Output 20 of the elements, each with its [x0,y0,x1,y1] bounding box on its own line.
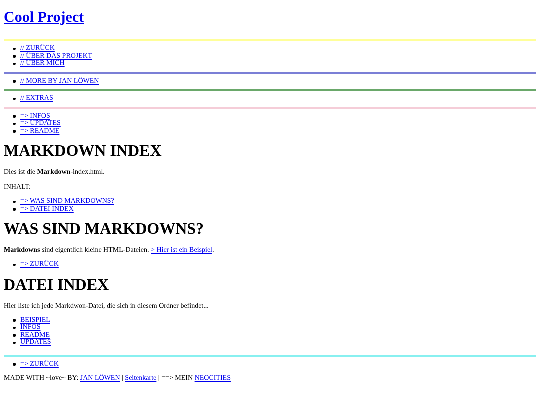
bullet-icon [13,334,16,336]
bullet-icon [13,48,16,50]
section-heading: DATEI INDEX [4,276,110,294]
bullet-icon [13,130,16,132]
bullet-icon [13,55,16,58]
bullet-icon [13,115,16,118]
bullet-icon [13,319,16,322]
bullet-icon [13,98,16,100]
section-heading: WAS SIND MARKDOWNS? [4,221,206,239]
bullet-icon [13,363,16,366]
bullet-icon [13,62,16,65]
bullet-icon [13,122,16,125]
bullet-icon [13,80,16,82]
bullet-icon [13,264,16,266]
bullet-icon [13,200,16,203]
site-title[interactable]: Cool Project [4,10,84,27]
section-heading: MARKDOWN INDEX [4,143,163,161]
bullet-icon [13,326,16,329]
bullet-icon [13,342,16,344]
bullet-icon [13,208,16,210]
